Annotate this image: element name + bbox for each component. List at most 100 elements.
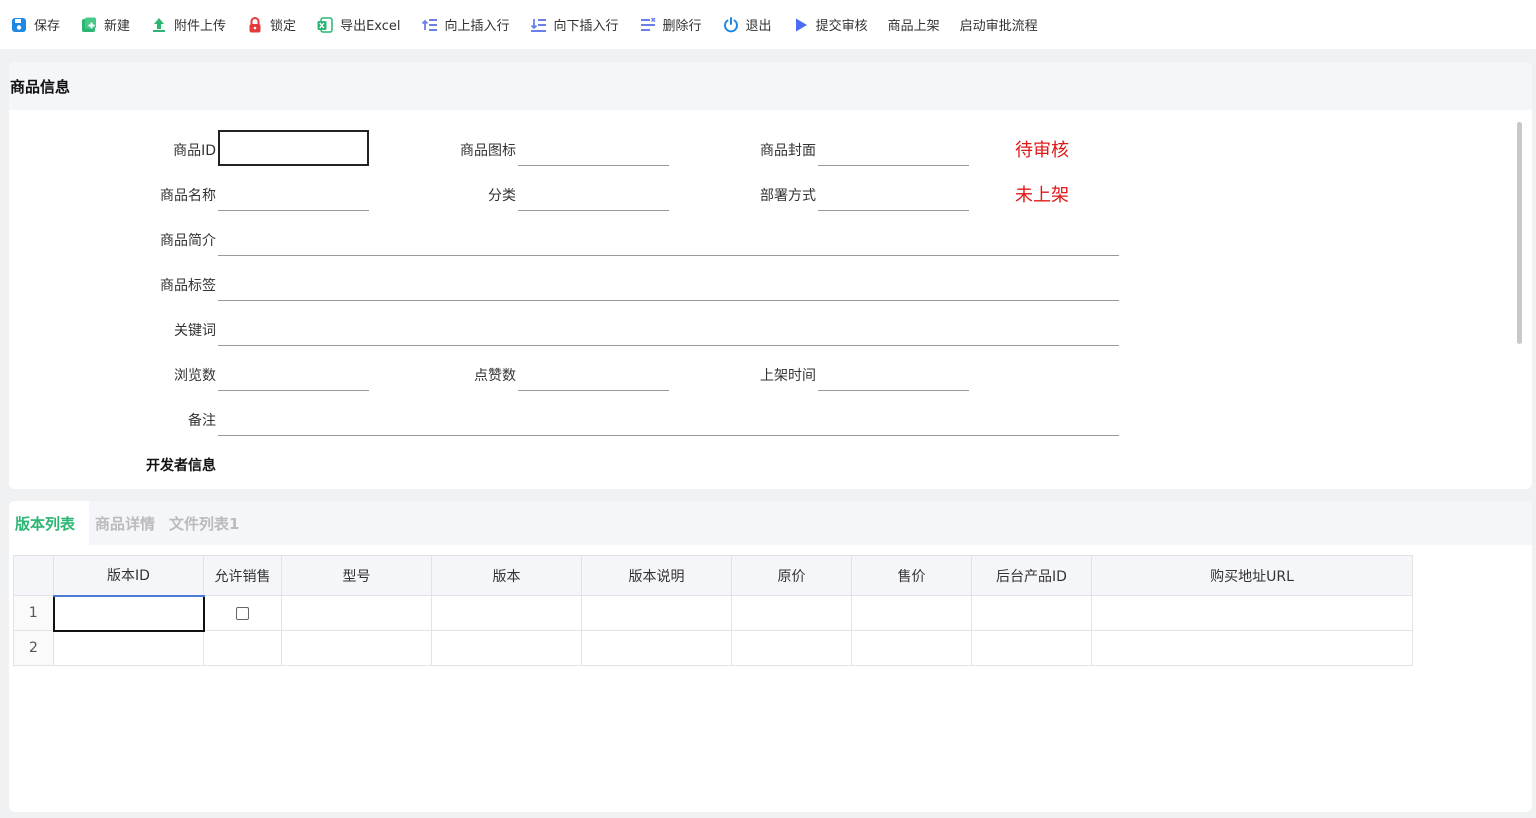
exit-button[interactable]: 退出 <box>722 10 772 40</box>
lock-button[interactable]: 锁定 <box>246 10 296 40</box>
developer-info-heading: 开发者信息 <box>146 458 216 474</box>
detail-panel: 版本列表 商品详情 文件列表1 版本ID 允许销售 型号 版本 版本说明 原价 … <box>9 501 1532 812</box>
save-label: 保存 <box>34 19 61 34</box>
remarks-input[interactable] <box>218 400 1119 436</box>
cell-purchase-url[interactable] <box>1091 630 1413 666</box>
cell-sale-price[interactable] <box>851 630 972 666</box>
col-model[interactable]: 型号 <box>281 555 432 596</box>
new-button[interactable]: 新建 <box>80 10 130 40</box>
tab-file-list[interactable]: 文件列表1 <box>161 501 245 545</box>
delete-row-label: 删除行 <box>662 19 702 34</box>
insert-row-above-button[interactable]: 向上插入行 <box>421 10 510 40</box>
lock-label: 锁定 <box>270 19 297 34</box>
likes-input[interactable] <box>518 355 669 391</box>
new-label: 新建 <box>104 19 131 34</box>
exit-label: 退出 <box>745 19 772 34</box>
cell-version-id[interactable] <box>53 630 204 666</box>
product-name-input[interactable] <box>218 175 369 211</box>
col-backend-product-id[interactable]: 后台产品ID <box>971 555 1092 596</box>
tags-input[interactable] <box>218 265 1119 301</box>
intro-label: 商品简介 <box>160 233 216 249</box>
insert-row-below-button[interactable]: 向下插入行 <box>530 10 619 40</box>
cell-allow-sale[interactable] <box>203 630 282 666</box>
views-label: 浏览数 <box>174 368 216 384</box>
excel-icon <box>317 16 333 33</box>
export-excel-label: 导出Excel <box>340 19 401 34</box>
grid-header-row: 版本ID 允许销售 型号 版本 版本说明 原价 售价 后台产品ID 购买地址UR… <box>13 555 1413 597</box>
cell-backend-product-id[interactable] <box>971 595 1092 631</box>
product-id-label: 商品ID <box>173 143 216 159</box>
panel-header: 商品信息 <box>9 62 1532 110</box>
cell-sale-price[interactable] <box>851 595 972 631</box>
product-icon-input[interactable] <box>518 130 669 166</box>
col-version-notes[interactable]: 版本说明 <box>581 555 732 596</box>
deploy-mode-input[interactable] <box>818 175 969 211</box>
lock-icon <box>249 16 261 32</box>
table-row: 1 <box>13 594 1413 632</box>
start-approval-label: 启动审批流程 <box>959 19 1038 34</box>
col-allow-sale[interactable]: 允许销售 <box>203 555 282 596</box>
upload-button[interactable]: 附件上传 <box>150 10 226 40</box>
product-name-label: 商品名称 <box>160 188 216 204</box>
listed-time-input[interactable] <box>818 355 969 391</box>
start-approval-button[interactable]: 启动审批流程 <box>960 10 1038 40</box>
cell-version-id[interactable] <box>52 594 205 632</box>
product-icon-label: 商品图标 <box>460 143 516 159</box>
product-cover-label: 商品封面 <box>760 143 816 159</box>
views-input[interactable] <box>218 355 369 391</box>
upload-label: 附件上传 <box>174 19 227 34</box>
likes-label: 点赞数 <box>474 368 516 384</box>
cell-original-price[interactable] <box>731 630 852 666</box>
col-sale-price[interactable]: 售价 <box>851 555 972 596</box>
insert-row-above-label: 向上插入行 <box>444 19 510 34</box>
listing-status: 未上架 <box>1015 185 1069 206</box>
cell-model[interactable] <box>281 630 432 666</box>
panel-title: 商品信息 <box>10 77 71 96</box>
cell-backend-product-id[interactable] <box>971 630 1092 666</box>
cell-version-notes[interactable] <box>581 595 732 631</box>
cell-version[interactable] <box>431 595 582 631</box>
insert-up-icon <box>421 18 437 31</box>
grid-corner <box>13 555 54 596</box>
intro-input[interactable] <box>218 220 1119 256</box>
cell-original-price[interactable] <box>731 595 852 631</box>
product-cover-input[interactable] <box>818 130 969 166</box>
row-number: 1 <box>13 595 54 631</box>
list-product-button[interactable]: 商品上架 <box>888 10 940 40</box>
list-product-label: 商品上架 <box>887 19 940 34</box>
review-status: 待审核 <box>1015 140 1069 161</box>
table-row: 2 <box>13 630 1413 666</box>
tab-product-details[interactable]: 商品详情 <box>89 501 161 545</box>
save-icon <box>12 17 26 32</box>
save-button[interactable]: 保存 <box>10 10 60 40</box>
vertical-scrollbar[interactable] <box>1517 122 1522 344</box>
toolbar: 保存 新建 附件上传 锁定 导出Excel 向上插入行 向下插入行 删除行 退出… <box>0 0 1536 49</box>
tags-label: 商品标签 <box>160 278 216 294</box>
delete-row-icon <box>640 16 656 31</box>
col-purchase-url[interactable]: 购买地址URL <box>1091 555 1413 596</box>
col-original-price[interactable]: 原价 <box>731 555 852 596</box>
remarks-label: 备注 <box>188 413 216 429</box>
category-input[interactable] <box>518 175 669 211</box>
col-version-id[interactable]: 版本ID <box>53 555 204 597</box>
submit-review-button[interactable]: 提交审核 <box>792 10 868 40</box>
tab-version-list[interactable]: 版本列表 <box>9 501 90 545</box>
delete-row-button[interactable]: 删除行 <box>639 10 702 40</box>
cell-allow-sale[interactable] <box>203 595 282 631</box>
export-excel-button[interactable]: 导出Excel <box>316 10 401 40</box>
insert-down-icon <box>530 18 546 32</box>
allow-sale-checkbox[interactable] <box>236 606 250 620</box>
keywords-input[interactable] <box>218 310 1119 346</box>
cell-purchase-url[interactable] <box>1091 595 1413 631</box>
new-icon <box>82 17 97 32</box>
product-id-input[interactable] <box>218 130 369 166</box>
insert-row-below-label: 向下插入行 <box>553 19 619 34</box>
cell-version-notes[interactable] <box>581 630 732 666</box>
keywords-label: 关键词 <box>174 323 216 339</box>
col-version[interactable]: 版本 <box>431 555 582 596</box>
play-icon <box>795 18 807 31</box>
cell-model[interactable] <box>281 595 432 631</box>
row-number: 2 <box>13 630 54 666</box>
power-icon <box>723 16 738 32</box>
cell-version[interactable] <box>431 630 582 666</box>
